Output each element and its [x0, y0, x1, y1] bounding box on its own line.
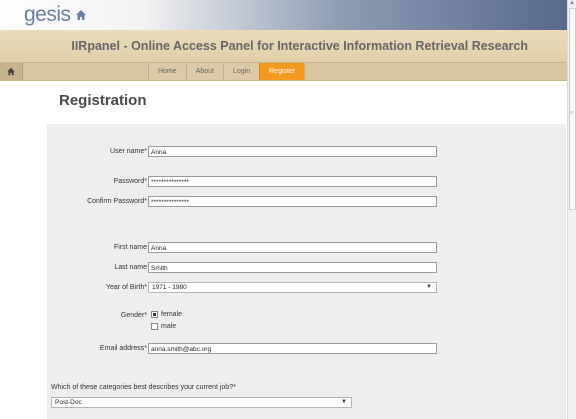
first-name-field[interactable]: Anna — [148, 242, 437, 253]
scrollbar-thumb[interactable] — [569, 8, 576, 210]
nav-item-register[interactable]: Register — [259, 63, 306, 80]
radio-male[interactable] — [151, 323, 158, 330]
first-name-label: First name — [113, 244, 147, 251]
username-label: User name* — [110, 148, 147, 155]
gender-female-label: female — [161, 311, 183, 318]
page-title: Registration — [59, 92, 147, 109]
job-question-label: Which of these categories best describes… — [51, 384, 236, 391]
scroll-up-arrow-icon[interactable]: ▲ — [569, 0, 575, 6]
job-category-value: Post-Doc — [55, 399, 82, 406]
password-label: Password* — [113, 178, 147, 185]
gender-label: Gender* — [120, 312, 147, 319]
nav-item-about[interactable]: About — [185, 63, 223, 80]
last-name-label: Last name — [114, 264, 147, 271]
job-category-select[interactable]: Post-Doc ▼ — [51, 397, 352, 408]
confirm-password-label: Confirm Password* — [87, 198, 147, 205]
email-label: Email address* — [99, 345, 147, 352]
password-field[interactable]: *************** — [148, 176, 437, 187]
nav-item-login[interactable]: Login — [222, 63, 260, 80]
gender-male-label: male — [161, 323, 177, 330]
vertical-scrollbar[interactable]: ▲ ≡ — [567, 0, 576, 419]
radio-female[interactable] — [151, 311, 158, 318]
username-field[interactable]: Anna — [148, 146, 437, 157]
home-icon — [76, 10, 86, 20]
scrollbar-grip-icon: ≡ — [570, 110, 573, 116]
year-of-birth-select[interactable]: 1971 - 1980 ▼ — [148, 282, 437, 293]
registration-form: User name* Anna Password* **************… — [47, 124, 566, 419]
home-icon — [7, 67, 15, 76]
confirm-password-field[interactable]: *************** — [148, 196, 437, 207]
year-of-birth-value: 1971 - 1980 — [152, 284, 187, 291]
email-field[interactable]: anna.smith@abc.org — [148, 343, 437, 354]
home-button[interactable] — [0, 63, 23, 80]
last-name-field[interactable]: Smith — [148, 262, 437, 273]
site-banner: IIRpanel - Online Access Panel for Inter… — [0, 30, 568, 62]
nav-item-home[interactable]: Home — [148, 63, 186, 80]
main-nav: Home About Login Register — [0, 62, 568, 81]
gesis-logo[interactable]: gesis — [24, 3, 71, 27]
year-of-birth-label: Year of Birth* — [106, 284, 147, 291]
gender-option-male[interactable]: male — [151, 323, 176, 330]
site-title: IIRpanel - Online Access Panel for Inter… — [71, 39, 528, 53]
nav-menu: Home About Login Register — [148, 63, 306, 80]
dropdown-arrow-icon: ▼ — [426, 284, 432, 290]
top-bar: gesis — [0, 0, 568, 30]
dropdown-arrow-icon: ▼ — [341, 399, 347, 405]
gender-option-female[interactable]: female — [151, 311, 182, 318]
